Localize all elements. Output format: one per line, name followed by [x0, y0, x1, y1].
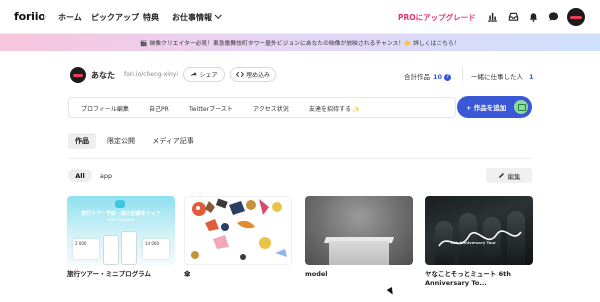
profile-avatar — [70, 67, 86, 83]
access-status-link[interactable]: アクセス状況 — [253, 104, 289, 113]
chat-icon[interactable] — [548, 11, 559, 22]
total-works-stat[interactable]: 合計作品 10? — [404, 71, 452, 81]
work-card[interactable]: 6th Anniversary Tour ヤなことそっとミュート 6th Ann… — [425, 196, 533, 288]
pro-upgrade-link[interactable]: PROにアップグレード — [398, 12, 476, 23]
nav-divider — [44, 10, 45, 24]
share-button[interactable]: シェア — [183, 67, 225, 82]
total-works-label: 合計作品 — [404, 73, 430, 81]
model-block — [329, 241, 389, 265]
work-title[interactable]: 旅行ツアー・ミニプログラム — [67, 270, 175, 279]
profile-name: あなた — [91, 71, 115, 80]
help-icon[interactable]: ? — [444, 73, 452, 81]
total-works-value: 10 — [433, 73, 443, 81]
app-logo-icon — [115, 200, 125, 208]
work-card[interactable]: model — [305, 196, 413, 279]
embed-label: 埋め込み — [245, 72, 270, 79]
umbrella-illustration — [191, 198, 287, 260]
work-card[interactable]: 旅行ツアー予約・旅の記録をシェア mini-Program 2 000 14 0… — [67, 196, 175, 279]
tab-private[interactable]: 限定公開 — [101, 133, 141, 149]
chevron-down-icon — [214, 11, 222, 19]
work-thumbnail — [184, 196, 292, 265]
tabs-divider — [68, 158, 532, 159]
bell-icon[interactable] — [528, 11, 539, 22]
stat-divider — [462, 68, 463, 81]
work-title[interactable]: model — [305, 270, 413, 279]
mouse-cursor-icon — [386, 286, 396, 297]
work-thumbnail — [305, 196, 413, 265]
stat-panel: 2 000 — [73, 239, 99, 259]
add-work-button[interactable]: + 作品を追加 — [457, 96, 532, 118]
nav-jobs[interactable]: お仕事情報 — [172, 11, 222, 23]
edit-works-button[interactable]: 編集 — [486, 168, 532, 183]
stat-panel: 14 000 — [143, 239, 169, 259]
worked-with-stat[interactable]: 一緒に仕事した人 1 — [471, 71, 534, 81]
phone-mockup — [121, 231, 137, 265]
promo-banner[interactable]: 🎬 映像クリエイター必見！東急歌舞伎町タワー屋外ビジョンにあなたの映像が放映され… — [0, 34, 600, 51]
user-avatar[interactable] — [567, 8, 585, 26]
thumbnail-subheading: mini-Program — [107, 217, 135, 222]
image-add-icon — [514, 100, 528, 114]
top-navigation: foriio ホーム ピックアップ 特典 お仕事情報 PROにアップグレード — [0, 0, 600, 34]
profile-url[interactable]: fori.io/cheng-xinyi — [124, 71, 178, 78]
self-pr-link[interactable]: 自己PR — [149, 104, 169, 113]
add-work-label: + 作品を追加 — [466, 104, 507, 112]
edit-profile-link[interactable]: プロフィール編集 — [81, 104, 129, 113]
stat-panel-value: 14 000 — [145, 241, 159, 246]
nav-perks[interactable]: 特典 — [143, 12, 159, 23]
twitter-boost-link[interactable]: Twitterブースト — [189, 104, 233, 113]
work-card[interactable]: 傘 — [184, 196, 292, 279]
thumbnail-heading: 旅行ツアー予約・旅の記録をシェア — [81, 211, 161, 217]
filter-all[interactable]: All — [68, 169, 92, 182]
embed-button[interactable]: 埋め込み — [230, 67, 276, 82]
nav-jobs-label: お仕事情報 — [172, 13, 212, 22]
tour-logo-script — [438, 230, 522, 247]
invite-friends-link[interactable]: 友達を招待する ✨ — [309, 104, 360, 113]
bar-chart-icon[interactable] — [487, 11, 498, 22]
promo-banner-text: 🎬 映像クリエイター必見！東急歌舞伎町タワー屋外ビジョンにあなたの映像が放映され… — [140, 41, 460, 47]
tour-subtitle: 6th Anniversary Tour — [451, 240, 496, 245]
pencil-icon — [498, 173, 504, 178]
tab-works[interactable]: 作品 — [68, 133, 96, 149]
work-title[interactable]: 傘 — [184, 270, 292, 279]
worked-with-label: 一緒に仕事した人 — [471, 73, 523, 81]
phone-mockup — [103, 235, 119, 265]
work-thumbnail: 6th Anniversary Tour — [425, 196, 533, 265]
worked-with-value: 1 — [529, 73, 534, 81]
share-arrow-icon — [191, 72, 198, 77]
foriio-logo[interactable]: foriio — [14, 10, 46, 23]
inbox-icon[interactable] — [508, 11, 519, 22]
nav-pickup[interactable]: ピックアップ — [91, 12, 139, 23]
edit-label: 編集 — [507, 172, 521, 181]
profile-action-bar: プロフィール編集 自己PR Twitterブースト アクセス状況 友達を招待する… — [68, 97, 456, 118]
nav-home[interactable]: ホーム — [58, 12, 82, 23]
code-icon — [235, 71, 244, 78]
work-title[interactable]: ヤなことそっとミュート 6th Anniversary To... — [425, 270, 533, 288]
stat-panel-value: 2 000 — [75, 241, 87, 246]
filter-app[interactable]: app — [95, 169, 117, 182]
work-thumbnail: 旅行ツアー予約・旅の記録をシェア mini-Program 2 000 14 0… — [67, 196, 175, 265]
share-label: シェア — [199, 72, 218, 79]
tab-media-articles[interactable]: メディア記事 — [146, 133, 200, 149]
